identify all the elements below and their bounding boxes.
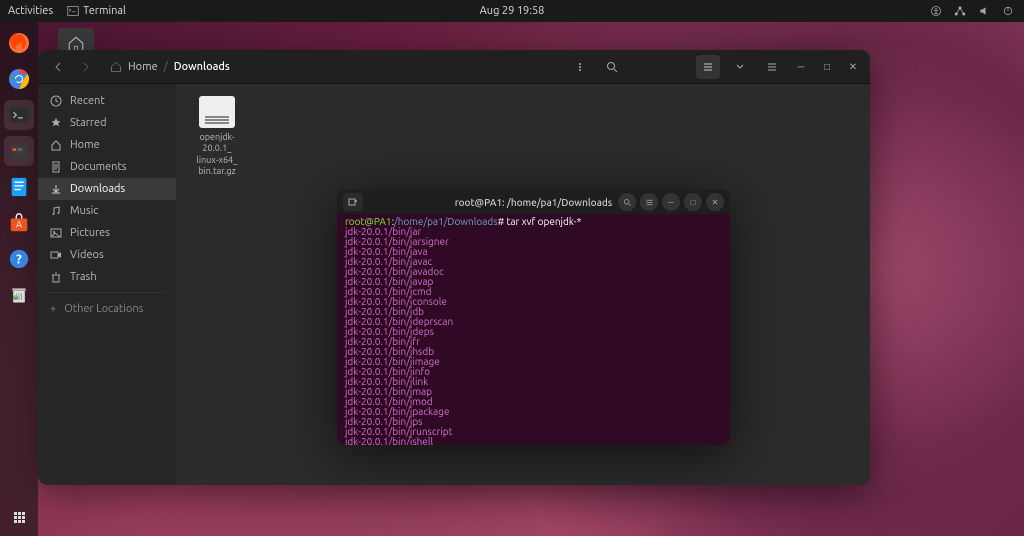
sidebar-item-label: Pictures [70, 227, 110, 239]
sidebar-item-label: Home [70, 139, 100, 151]
hamburger-button[interactable] [760, 55, 784, 79]
dock-writer[interactable] [4, 172, 34, 202]
dock-chrome[interactable] [4, 64, 34, 94]
terminal-title: root@PA1: /home/pa1/Downloads [455, 197, 613, 208]
svg-text:A: A [16, 219, 22, 230]
show-apps-button[interactable] [14, 512, 24, 522]
files-header: Home / Downloads ─ □ ✕ [38, 50, 870, 84]
sidebar-item-label: Trash [70, 271, 97, 283]
breadcrumb-home[interactable]: Home [128, 61, 158, 73]
search-icon [606, 61, 618, 73]
doc-icon [50, 161, 62, 173]
breadcrumb: Home / Downloads [110, 61, 230, 73]
sidebar-item-downloads[interactable]: Downloads [38, 178, 176, 200]
dock-terminal[interactable] [4, 100, 34, 130]
minimize-button[interactable]: ─ [790, 56, 812, 78]
maximize-button[interactable]: □ [816, 56, 838, 78]
sidebar-item-music[interactable]: Music [38, 200, 176, 222]
close-button[interactable]: ✕ [842, 56, 864, 78]
chevron-right-icon [81, 62, 91, 72]
volume-icon[interactable] [978, 5, 990, 17]
sidebar-item-videos[interactable]: Videos [38, 244, 176, 266]
clock-icon [50, 95, 62, 107]
terminal-window: root@PA1: /home/pa1/Downloads ─ □ ✕ root… [337, 190, 730, 445]
terminal-search-button[interactable] [618, 193, 636, 211]
sidebar-item-trash[interactable]: Trash [38, 266, 176, 288]
active-app-label[interactable]: Terminal [67, 5, 126, 17]
view-grid-button[interactable] [696, 55, 720, 79]
breadcrumb-sep: / [164, 61, 168, 73]
terminal-maximize-button[interactable]: □ [684, 193, 702, 211]
dock-help[interactable]: ? [4, 244, 34, 274]
a11y-icon[interactable] [930, 5, 942, 17]
sidebar-item-label: Videos [70, 249, 104, 261]
svg-text:?: ? [16, 253, 22, 267]
dock-software[interactable]: A [4, 208, 34, 238]
star-icon [50, 117, 62, 129]
image-icon [50, 227, 62, 239]
plus-icon: + [50, 303, 56, 315]
search-icon [623, 198, 632, 207]
list-icon [702, 61, 714, 73]
sidebar-item-recent[interactable]: Recent [38, 90, 176, 112]
sidebar-item-starred[interactable]: Starred [38, 112, 176, 134]
sidebar-other-locations[interactable]: + Other Locations [38, 297, 176, 321]
sidebar-item-label: Recent [70, 95, 105, 107]
search-button[interactable] [600, 55, 624, 79]
network-icon[interactable] [954, 5, 966, 17]
sidebar-item-label: Documents [70, 161, 127, 173]
hamburger-icon [766, 61, 778, 73]
terminal-body[interactable]: root@PA1:/home/pa1/Downloads# tar xvf op… [337, 214, 730, 445]
dock-firefox[interactable] [4, 28, 34, 58]
sidebar-item-documents[interactable]: Documents [38, 156, 176, 178]
dock-files[interactable] [4, 136, 34, 166]
sidebar-item-label: Downloads [70, 183, 125, 195]
terminal-header: root@PA1: /home/pa1/Downloads ─ □ ✕ [337, 190, 730, 214]
new-tab-button[interactable] [343, 193, 363, 211]
home-icon [110, 61, 122, 73]
file-name-line: openjdk- [188, 132, 246, 143]
music-icon [50, 205, 62, 217]
kebab-icon [575, 62, 585, 72]
clock[interactable]: Aug 29 19:58 [480, 5, 545, 17]
video-icon [50, 249, 62, 261]
plus-tab-icon [348, 197, 358, 207]
dock: A ? [0, 22, 38, 536]
file-name-line: bin.tar.gz [188, 166, 246, 177]
activities-button[interactable]: Activities [8, 5, 53, 17]
file-openjdk-tarball[interactable]: openjdk- 20.0.1_ linux-x64_ bin.tar.gz [188, 96, 246, 177]
chevron-left-icon [53, 62, 63, 72]
dock-trash[interactable] [4, 280, 34, 310]
terminal-minimize-button[interactable]: ─ [662, 193, 680, 211]
forward-button[interactable] [74, 55, 98, 79]
hamburger-icon [645, 198, 654, 207]
terminal-menu-button[interactable] [640, 193, 658, 211]
terminal-icon [67, 5, 79, 17]
chevron-down-icon [736, 63, 744, 71]
home-icon [50, 139, 62, 151]
down-icon [50, 183, 62, 195]
power-icon[interactable] [1002, 5, 1014, 17]
archive-icon [199, 96, 235, 128]
view-dropdown-button[interactable] [728, 55, 752, 79]
sidebar-item-pictures[interactable]: Pictures [38, 222, 176, 244]
sidebar-item-home[interactable]: Home [38, 134, 176, 156]
file-name-line: 20.0.1_ [188, 143, 246, 154]
back-button[interactable] [46, 55, 70, 79]
sidebar-item-label: Other Locations [64, 303, 143, 315]
path-menu-button[interactable] [568, 55, 592, 79]
sidebar-item-label: Music [70, 205, 98, 217]
file-name-line: linux-x64_ [188, 155, 246, 166]
trash-icon [50, 271, 62, 283]
terminal-close-button[interactable]: ✕ [706, 193, 724, 211]
files-sidebar: Recent Starred Home Documents Downloads Music… [38, 84, 176, 485]
breadcrumb-current[interactable]: Downloads [174, 61, 230, 73]
top-bar: Activities Terminal Aug 29 19:58 [0, 0, 1024, 22]
terminal-output-line: jdk-20.0.1/bin/jshell [345, 437, 722, 445]
sidebar-item-label: Starred [70, 117, 107, 129]
